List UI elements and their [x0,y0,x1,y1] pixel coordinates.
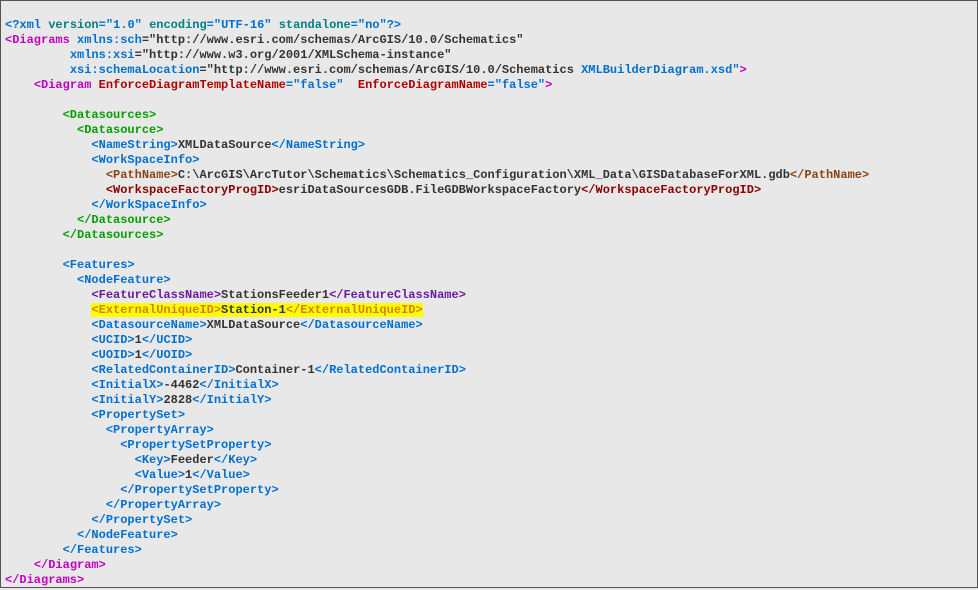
xml-code-block: <?xml version="1.0" encoding="UTF-16" st… [1,1,977,590]
diagram-close: </Diagram> [34,558,106,572]
propertyset-open: <PropertySet> [91,408,185,422]
datasource-open: <Datasource> [77,123,163,137]
key-text: Feeder [171,453,214,467]
features-open: <Features> [63,258,135,272]
diagrams-open: <Diagrams xmlns:sch="http://www.esri.com… [5,33,524,47]
pathname-text: C:\ArcGIS\ArcTutor\Schematics\Schematics… [178,168,790,182]
datasources-open: <Datasources> [63,108,157,122]
diagrams-close: </Diagrams> [5,573,84,587]
external-uniqueid-highlight: <ExternalUniqueID>Station-1</ExternalUni… [91,303,422,317]
xml-declaration: <?xml version="1.0" encoding="UTF-16" st… [5,18,401,32]
nodefeature-open: <NodeFeature> [77,273,171,287]
workspacefactory-text: esriDataSourcesGDB.FileGDBWorkspaceFacto… [279,183,581,197]
relatedcontainerid-text: Container-1 [235,363,314,377]
datasourcename-text: XMLDataSource [207,318,301,332]
featureclassname-text: StationsFeeder1 [221,288,329,302]
workspaceinfo-open: <WorkSpaceInfo> [91,153,199,167]
diagram-open: <Diagram EnforceDiagramTemplateName="fal… [34,78,553,92]
namestring-text: XMLDataSource [178,138,272,152]
